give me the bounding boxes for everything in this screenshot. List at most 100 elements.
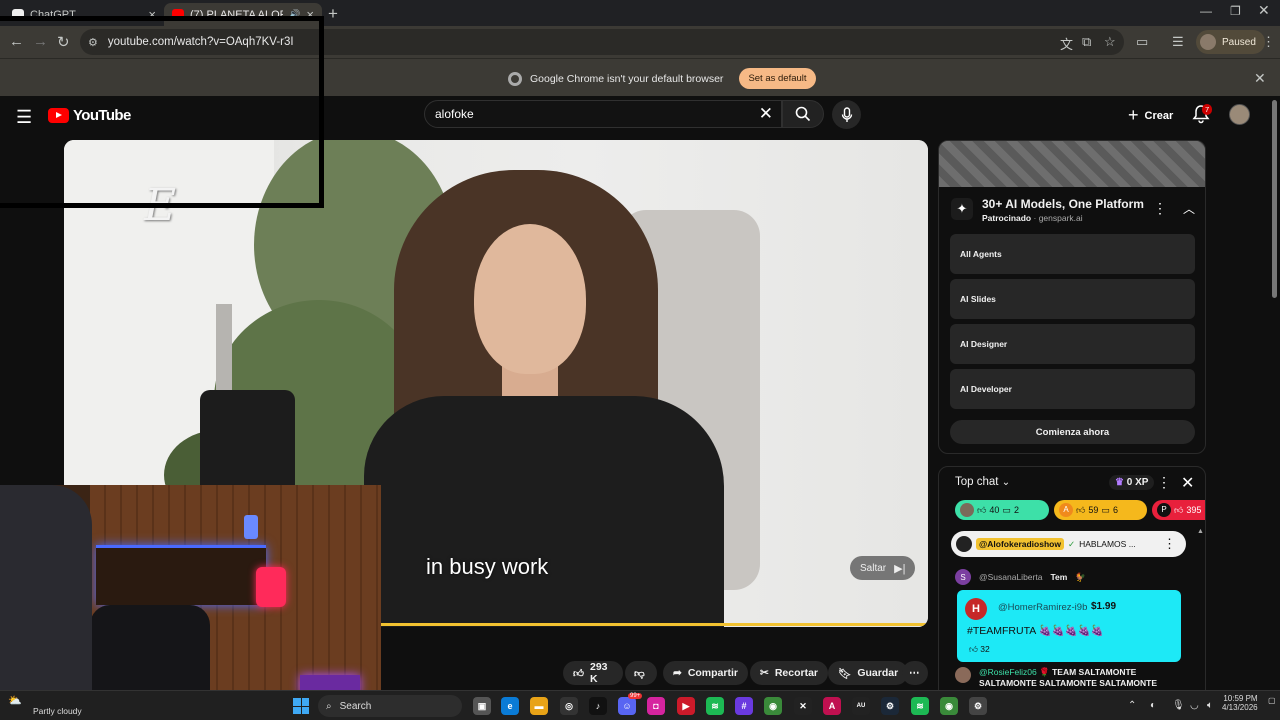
- chrome-icon[interactable]: ◉: [764, 697, 782, 715]
- taskbar-search[interactable]: ⌕ Search: [318, 695, 462, 717]
- chevron-up-icon[interactable]: ︿: [1183, 200, 1195, 217]
- tray-wifi-icon[interactable]: ◡: [1190, 700, 1199, 711]
- chat-text: Tem: [1050, 572, 1068, 582]
- ad-link-ai-designer[interactable]: AI Designer: [950, 324, 1195, 364]
- cast-icon[interactable]: ▭: [1136, 34, 1148, 50]
- chat-username[interactable]: @SusanaLiberta: [979, 572, 1042, 582]
- create-button[interactable]: + Crear: [1128, 105, 1173, 126]
- account-avatar[interactable]: [1229, 104, 1250, 125]
- window-close-icon[interactable]: ✕: [1258, 2, 1270, 19]
- settings-gear-icon[interactable]: ⚙: [969, 697, 987, 715]
- pinned-more-icon[interactable]: ⋮: [1163, 536, 1176, 552]
- tab-close-icon[interactable]: ×: [306, 7, 314, 22]
- ad-banner-image[interactable]: [939, 141, 1205, 187]
- app-pink-icon[interactable]: A: [823, 697, 841, 715]
- ad-link-ai-developer[interactable]: AI Developer: [950, 369, 1195, 409]
- chat-username[interactable]: @RosieFeliz06: [979, 667, 1037, 677]
- install-app-icon[interactable]: ⧉: [1082, 34, 1091, 50]
- tab-close-icon[interactable]: ×: [148, 7, 156, 22]
- search-input[interactable]: alofoke ✕: [424, 100, 782, 128]
- notification-count-badge: 7: [1202, 104, 1213, 115]
- clip-button[interactable]: ✂ Recortar: [750, 661, 828, 685]
- spotify-icon[interactable]: ≋: [911, 697, 929, 715]
- ad-cta-button[interactable]: Comienza ahora: [950, 420, 1195, 444]
- ad-link-all-agents[interactable]: All Agents: [950, 234, 1195, 274]
- spotify-icon[interactable]: ≋: [706, 697, 724, 715]
- capcut-icon[interactable]: ✕: [794, 697, 812, 715]
- bookmark-star-icon[interactable]: ☆: [1104, 34, 1116, 50]
- profile-paused-button[interactable]: Paused: [1196, 30, 1265, 54]
- back-arrow-icon[interactable]: ←: [9, 33, 24, 50]
- app-text-icon[interactable]: AU: [852, 697, 870, 715]
- file-explorer-icon[interactable]: ▬: [530, 697, 548, 715]
- address-bar[interactable]: ⚙ youtube.com/watch?v=OAqh7KV-r3I: [80, 29, 1124, 55]
- forward-arrow-icon[interactable]: →: [33, 33, 48, 50]
- pill-likes: 59: [1088, 505, 1099, 515]
- tab-chatgpt[interactable]: ChatGPT ×: [4, 3, 164, 26]
- super-chat-likes[interactable]: 👍︎ 32: [969, 644, 990, 655]
- taskbar-clock[interactable]: 10:59 PM 4/13/2026: [1222, 694, 1258, 712]
- set-default-button[interactable]: Set as default: [739, 68, 816, 89]
- ad-link-ai-slides[interactable]: AI Slides: [950, 279, 1195, 319]
- site-info-icon[interactable]: ⚙: [88, 36, 98, 49]
- tray-volume-icon[interactable]: 🔈︎: [1207, 700, 1213, 711]
- tiktok-icon[interactable]: ♪: [589, 697, 607, 715]
- audio-playing-icon[interactable]: 🔊: [289, 9, 300, 20]
- steam-icon[interactable]: ⚙: [881, 697, 899, 715]
- new-tab-button[interactable]: +: [328, 4, 338, 24]
- translate-icon[interactable]: 文: [1060, 34, 1073, 53]
- save-button[interactable]: 🔖︎ Guardar: [828, 661, 909, 685]
- reload-icon[interactable]: ↻: [57, 33, 70, 51]
- youtube-logo[interactable]: YouTube: [48, 107, 131, 124]
- ad-more-icon[interactable]: ⋮: [1153, 200, 1167, 217]
- skip-ad-button[interactable]: Saltar ▶|: [850, 556, 916, 580]
- chrome-icon[interactable]: ◉: [940, 697, 958, 715]
- xp-badge[interactable]: ♛ 0 XP: [1109, 475, 1155, 490]
- super-chat-message[interactable]: H @HomerRamirez-i9b $1.99 #TEAMFRUTA 🍇🍇🍇…: [957, 590, 1181, 662]
- app-grid-icon[interactable]: #: [735, 697, 753, 715]
- chat-more-icon[interactable]: ⋮: [1157, 474, 1171, 491]
- chat-scroll-up-icon[interactable]: ▲: [1197, 528, 1204, 535]
- discord-icon[interactable]: ☺: [618, 697, 636, 715]
- video-subtitle: in busy work: [426, 554, 549, 579]
- edge-icon[interactable]: e: [501, 697, 519, 715]
- menu-hamburger-icon[interactable]: ☰: [16, 107, 32, 128]
- plus-icon: +: [1128, 105, 1139, 125]
- restore-icon[interactable]: ❐: [1230, 4, 1241, 18]
- like-button[interactable]: 👍︎ 293 K: [563, 661, 623, 685]
- like-count: 293 K: [589, 661, 608, 685]
- tray-app-icon[interactable]: ◐: [1150, 700, 1156, 711]
- pill-avatar: P: [1157, 503, 1171, 517]
- pinned-avatar: [956, 536, 972, 552]
- tray-mic-icon[interactable]: 🎙︎: [1172, 700, 1185, 711]
- notification-center-icon[interactable]: ▢: [1268, 696, 1276, 705]
- microphone-icon: [841, 106, 852, 122]
- chrome-menu-icon[interactable]: ⋮: [1262, 34, 1275, 50]
- minimize-icon[interactable]: —: [1200, 4, 1212, 18]
- instagram-icon[interactable]: ◘: [647, 697, 665, 715]
- ad-title[interactable]: 30+ AI Models, One Platform: [982, 197, 1144, 211]
- clear-search-icon[interactable]: ✕: [759, 104, 773, 124]
- app-red-icon[interactable]: ▶: [677, 697, 695, 715]
- page-scrollbar[interactable]: [1272, 100, 1277, 298]
- chatgpt-app-icon[interactable]: ◎: [560, 697, 578, 715]
- chat-poll-pill[interactable]: 👍︎ 40 ▭ 2: [955, 500, 1049, 520]
- share-button[interactable]: ➦ Compartir: [663, 661, 748, 685]
- chat-poll-pill[interactable]: A 👍︎ 59 ▭ 6: [1054, 500, 1147, 520]
- tab-planeta-alofoke[interactable]: (7) PLANETA ALOFOKE - Di 🔊 ×: [164, 3, 322, 26]
- reading-list-icon[interactable]: ☰: [1172, 34, 1184, 50]
- voice-search-button[interactable]: [832, 100, 861, 129]
- tray-chevron-up-icon[interactable]: ⌃: [1128, 700, 1136, 711]
- more-actions-button[interactable]: ⋯: [902, 661, 928, 685]
- task-view-icon[interactable]: ▣: [473, 697, 491, 715]
- infobar-close-icon[interactable]: ✕: [1254, 70, 1266, 87]
- youtube-wordmark: YouTube: [73, 107, 131, 124]
- windows-start-icon[interactable]: [293, 698, 309, 714]
- dislike-button[interactable]: 👎︎: [625, 661, 657, 685]
- chat-close-icon[interactable]: ✕: [1181, 473, 1194, 493]
- pinned-message[interactable]: @Alofokeradioshow ✓ HABLAMOS ... ⋮: [951, 531, 1186, 557]
- search-button[interactable]: [782, 100, 824, 128]
- chat-mode-selector[interactable]: Top chat ⌄: [955, 476, 1010, 488]
- weather-widget[interactable]: ⛅ Partly cloudy: [8, 694, 82, 716]
- chat-poll-pill[interactable]: P 👍︎ 395: [1152, 500, 1205, 520]
